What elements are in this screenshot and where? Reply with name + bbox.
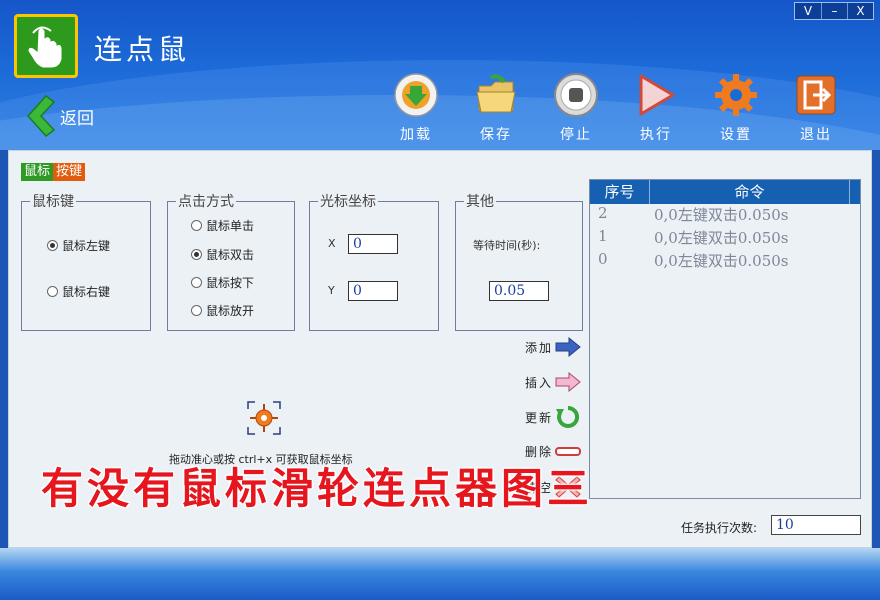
update-button[interactable]: 更新 (525, 405, 581, 429)
x-label: X (328, 237, 336, 250)
mouse-button-group: 鼠标键 (21, 191, 151, 331)
window-controls: V – X (794, 2, 874, 20)
wait-label: 等待时间(秒): (473, 239, 541, 252)
insert-button[interactable]: 插入 (525, 372, 581, 392)
run-button[interactable]: 执行 (621, 70, 691, 144)
gear-icon (711, 70, 761, 120)
cursor-coords-group: 光标坐标 (309, 191, 439, 331)
mouse-down-radio[interactable]: 鼠标按下 (191, 274, 254, 291)
y-label: Y (328, 284, 335, 297)
y-input[interactable]: 0 (348, 281, 398, 301)
title-bar: V – X 连点鼠 返回 加载 保存 停止 执行 设置 退出 (0, 0, 880, 150)
back-label: 返回 (60, 108, 94, 129)
minimize-button[interactable]: – (821, 3, 847, 19)
command-list[interactable]: 序号 命令 2 0,0左键双击0.050s 1 0,0左键双击0.050s 0 … (589, 179, 861, 499)
mouse-key-tag: 鼠标 按键 (21, 163, 86, 181)
arrow-right-icon (555, 337, 581, 357)
x-input[interactable]: 0 (348, 234, 398, 254)
exit-icon (791, 70, 841, 120)
col-command[interactable]: 命令 (650, 180, 850, 204)
minimize-v-button[interactable]: V (795, 3, 821, 19)
right-button-radio[interactable]: 鼠标右键 (47, 283, 110, 300)
crosshair-icon (247, 401, 281, 435)
refresh-icon (556, 405, 580, 428)
table-row[interactable]: 1 0,0左键双击0.050s (590, 227, 860, 250)
task-count-label: 任务执行次数: (681, 521, 758, 535)
stop-icon (551, 70, 601, 120)
single-click-radio[interactable]: 鼠标单击 (191, 217, 254, 234)
save-button[interactable]: 保存 (461, 70, 531, 144)
double-click-radio[interactable]: 鼠标双击 (191, 246, 254, 263)
load-button[interactable]: 加载 (381, 70, 451, 144)
table-row[interactable]: 0 0,0左键双击0.050s (590, 250, 860, 273)
cursor-coords-legend: 光标坐标 (320, 194, 376, 210)
wait-input[interactable]: 0.05 (489, 281, 549, 301)
back-button[interactable]: 返回 (20, 94, 94, 138)
table-row[interactable]: 2 0,0左键双击0.050s (590, 204, 860, 227)
mouse-up-radio[interactable]: 鼠标放开 (191, 302, 254, 319)
download-icon (391, 70, 441, 120)
add-button[interactable]: 添加 (525, 337, 581, 357)
folder-icon (471, 70, 521, 120)
settings-button[interactable]: 设置 (701, 70, 771, 144)
app-logo (14, 14, 78, 78)
left-button-radio[interactable]: 鼠标左键 (47, 237, 110, 254)
close-button[interactable]: X (847, 3, 873, 19)
hand-pointer-icon (28, 26, 62, 68)
stop-button[interactable]: 停止 (541, 70, 611, 144)
crosshair-target[interactable] (247, 401, 281, 435)
col-index[interactable]: 序号 (590, 180, 650, 204)
app-title: 连点鼠 (94, 33, 191, 66)
overlay-caption: 有没有鼠标滑轮连点器图三 (41, 464, 594, 513)
play-icon (631, 70, 681, 120)
mouse-button-legend: 鼠标键 (32, 194, 74, 210)
exit-button[interactable]: 退出 (781, 70, 851, 144)
main-panel: 鼠标 按键 鼠标键 鼠标左键 鼠标右键 点击方式 鼠标单击 鼠标双击 鼠标按下 鼠… (8, 150, 872, 548)
other-legend: 其他 (466, 194, 494, 210)
command-list-header: 序号 命令 (590, 180, 860, 204)
task-count-input[interactable]: 10 (771, 515, 861, 535)
chevron-left-icon (26, 94, 56, 138)
footer-bar (0, 548, 880, 600)
arrow-right-pink-icon (555, 372, 581, 392)
click-mode-legend: 点击方式 (178, 194, 234, 210)
other-group: 其他 (455, 191, 583, 331)
